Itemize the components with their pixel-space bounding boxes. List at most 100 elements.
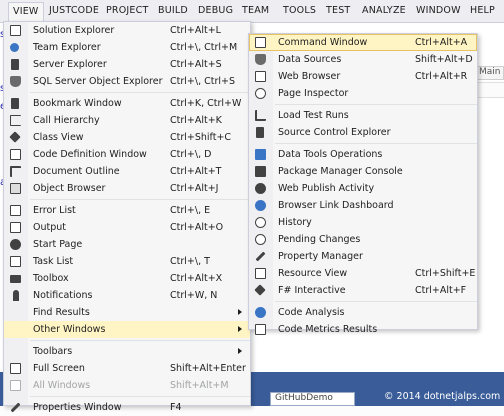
page-inspector-icon [255, 88, 266, 99]
menu-item-class-view[interactable]: Class View Ctrl+Shift+C [4, 129, 250, 146]
menu-item-web-browser[interactable]: Web Browser Ctrl+Alt+R [249, 68, 477, 85]
command-window-icon [255, 37, 266, 48]
menu-item-task-list[interactable]: Task List Ctrl+\, T [4, 253, 250, 270]
menu-item-label: Data Sources [278, 54, 342, 65]
menu-item-resource-view[interactable]: Resource View Ctrl+Shift+E [249, 265, 477, 282]
menu-build[interactable]: BUILD [158, 5, 188, 16]
menu-item-web-publish-activity[interactable]: Web Publish Activity [249, 180, 477, 197]
menu-item-document-outline[interactable]: Document Outline Ctrl+Alt+T [4, 163, 250, 180]
menu-item-label: Class View [33, 132, 84, 143]
menu-tools[interactable]: TOOLS [283, 5, 316, 16]
bookmark-icon [11, 98, 19, 109]
menu-item-fsharp-interactive[interactable]: F# Interactive Ctrl+Alt+F [249, 282, 477, 299]
menu-item-pending-changes[interactable]: Pending Changes [249, 231, 477, 248]
menu-item-bookmark-window[interactable]: Bookmark Window Ctrl+K, Ctrl+W [4, 95, 250, 112]
menu-item-solution-explorer[interactable]: Solution Explorer Ctrl+Alt+L [4, 22, 250, 39]
menu-item-label: Package Manager Console [278, 166, 403, 177]
full-screen-icon [10, 363, 21, 374]
menu-justcode[interactable]: JUSTCODE [49, 5, 99, 16]
menu-separator [275, 104, 477, 105]
menu-help[interactable]: HELP [470, 5, 495, 16]
view-menu-dropdown: Solution Explorer Ctrl+Alt+L Team Explor… [3, 21, 251, 413]
menu-item-code-analysis[interactable]: Code Analysis [249, 304, 477, 321]
document-outline-icon [10, 166, 21, 177]
menu-item-toolbox[interactable]: Toolbox Ctrl+Alt+X [4, 270, 250, 287]
menu-item-error-list[interactable]: Error List Ctrl+\, E [4, 202, 250, 219]
menu-item-data-sources[interactable]: Data Sources Shift+Alt+D [249, 51, 477, 68]
menu-separator [30, 396, 250, 397]
menu-item-label: Full Screen [33, 363, 85, 374]
menu-item-label: SQL Server Object Explorer [33, 76, 163, 87]
menu-test[interactable]: TEST [326, 5, 350, 16]
menu-item-find-results[interactable]: Find Results [4, 304, 250, 321]
menu-item-start-page[interactable]: Start Page [4, 236, 250, 253]
menu-analyze[interactable]: ANALYZE [362, 5, 406, 16]
menu-item-code-definition-window[interactable]: Code Definition Window Ctrl+\, D [4, 146, 250, 163]
menu-item-label: All Windows [33, 380, 91, 391]
code-definition-icon [10, 149, 21, 160]
menu-item-shortcut: Ctrl+W, N [170, 290, 218, 301]
menu-item-page-inspector[interactable]: Page Inspector [249, 85, 477, 102]
menu-item-label: Code Metrics Results [278, 324, 378, 335]
menu-item-package-manager-console[interactable]: Package Manager Console [249, 163, 477, 180]
menu-item-notifications[interactable]: Notifications Ctrl+W, N [4, 287, 250, 304]
menu-item-label: History [278, 217, 312, 228]
menu-item-shortcut: Shift+Alt+D [415, 54, 473, 65]
menu-item-toolbars[interactable]: Toolbars [4, 343, 250, 360]
menu-team[interactable]: TEAM [242, 5, 269, 16]
menu-item-sql-server-object-explorer[interactable]: SQL Server Object Explorer Ctrl+\, Ctrl+… [4, 73, 250, 90]
toolbox-icon [10, 275, 21, 283]
menu-window[interactable]: WINDOW [416, 5, 461, 16]
menu-item-object-browser[interactable]: Object Browser Ctrl+Alt+J [4, 180, 250, 197]
browser-link-icon [255, 200, 266, 211]
menu-item-label: Team Explorer [33, 42, 101, 53]
menu-item-label: Browser Link Dashboard [278, 200, 394, 211]
menu-item-shortcut: Ctrl+Alt+T [170, 166, 222, 177]
menu-item-label: Data Tools Operations [278, 149, 383, 160]
menu-item-call-hierarchy[interactable]: Call Hierarchy Ctrl+Alt+K [4, 112, 250, 129]
menu-item-label: Object Browser [33, 183, 106, 194]
menu-item-shortcut: Ctrl+\, E [170, 205, 211, 216]
menu-item-label: Command Window [278, 37, 368, 48]
package-manager-icon [255, 166, 266, 177]
menu-item-label: Document Outline [33, 166, 120, 177]
menu-item-property-manager[interactable]: Property Manager [249, 248, 477, 265]
menu-item-output[interactable]: Output Ctrl+Alt+O [4, 219, 250, 236]
menu-debug[interactable]: DEBUG [198, 5, 233, 16]
menu-view[interactable]: VIEW [8, 2, 44, 22]
menu-item-code-metrics-results[interactable]: Code Metrics Results [249, 321, 477, 338]
menu-item-command-window[interactable]: Command Window Ctrl+Alt+A [249, 34, 477, 51]
menu-separator [275, 143, 477, 144]
menu-item-load-test-runs[interactable]: Load Test Runs [249, 107, 477, 124]
menu-item-data-tools-operations[interactable]: Data Tools Operations [249, 146, 477, 163]
menu-item-full-screen[interactable]: Full Screen Shift+Alt+Enter [4, 360, 250, 377]
menu-item-properties-window[interactable]: Properties Window F4 [4, 399, 250, 416]
load-test-icon [255, 110, 266, 121]
menu-item-history[interactable]: History [249, 214, 477, 231]
menu-item-label: Bookmark Window [33, 98, 122, 109]
menu-item-label: Start Page [33, 239, 83, 250]
menu-bar: VIEW JUSTCODE PROJECT BUILD DEBUG TEAM T… [0, 0, 504, 23]
start-page-icon [10, 239, 21, 250]
error-list-icon [10, 205, 21, 216]
bottom-document-tab[interactable]: GitHubDemo [270, 392, 355, 406]
menu-item-label: Find Results [33, 307, 90, 318]
menu-item-other-windows[interactable]: Other Windows [4, 321, 250, 338]
web-browser-icon [255, 71, 266, 82]
menu-item-browser-link-dashboard[interactable]: Browser Link Dashboard [249, 197, 477, 214]
menu-item-label: Solution Explorer [33, 25, 115, 36]
code-analysis-icon [255, 307, 266, 318]
menu-item-shortcut: Ctrl+Alt+A [415, 37, 468, 48]
menu-item-server-explorer[interactable]: Server Explorer Ctrl+Alt+S [4, 56, 250, 73]
menu-item-team-explorer[interactable]: Team Explorer Ctrl+\, Ctrl+M [4, 39, 250, 56]
menu-item-shortcut: Ctrl+Alt+L [170, 25, 221, 36]
document-tab-main[interactable]: Main [475, 66, 504, 80]
menu-item-shortcut: Ctrl+Alt+K [170, 115, 222, 126]
document-tab[interactable] [475, 82, 504, 98]
menu-item-source-control-explorer[interactable]: Source Control Explorer [249, 124, 477, 141]
server-explorer-icon [11, 59, 19, 70]
class-view-icon [9, 131, 21, 143]
fsharp-icon [254, 284, 266, 296]
menu-project[interactable]: PROJECT [106, 5, 148, 16]
menu-item-label: Call Hierarchy [33, 115, 100, 126]
